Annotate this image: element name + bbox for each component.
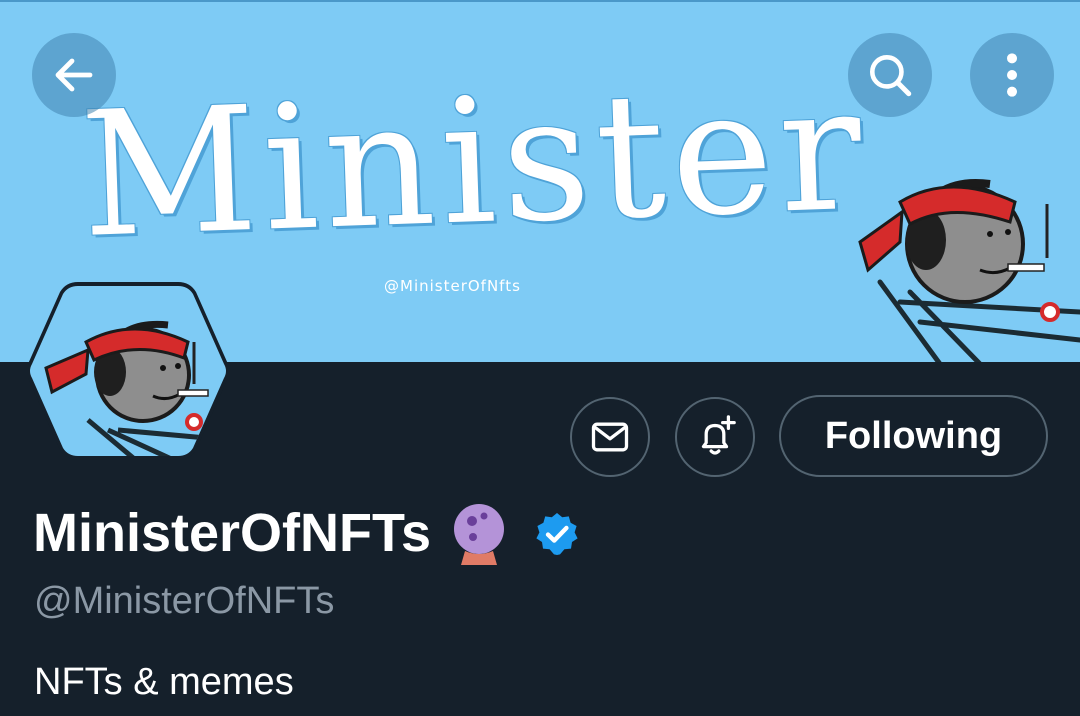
more-vertical-icon <box>1007 53 1017 97</box>
notifications-button[interactable] <box>675 397 755 477</box>
profile-name-row: MinisterOfNFTs <box>33 503 581 565</box>
more-options-button[interactable] <box>970 33 1054 117</box>
message-button[interactable] <box>570 397 650 477</box>
banner-title: Minister <box>77 47 871 276</box>
crystal-ball-icon <box>454 504 505 565</box>
profile-handle: @MinisterOfNFTs <box>34 580 335 622</box>
search-button[interactable] <box>848 33 932 117</box>
profile-bio: NFTs & memes <box>34 661 294 703</box>
banner-handle: @MinisterOfNfts <box>384 277 521 295</box>
arrow-left-icon <box>55 58 93 92</box>
verified-icon <box>536 513 578 555</box>
profile-page: Minister @MinisterOfNfts Following Minis… <box>0 0 1080 716</box>
following-button[interactable]: Following <box>779 395 1048 477</box>
search-icon <box>870 55 912 97</box>
banner-character-illustration <box>858 179 1080 362</box>
profile-avatar[interactable] <box>28 280 228 462</box>
envelope-icon <box>591 422 629 452</box>
back-button[interactable] <box>32 33 116 117</box>
display-name: MinisterOfNFTs <box>33 503 432 564</box>
bell-plus-icon <box>701 415 736 455</box>
